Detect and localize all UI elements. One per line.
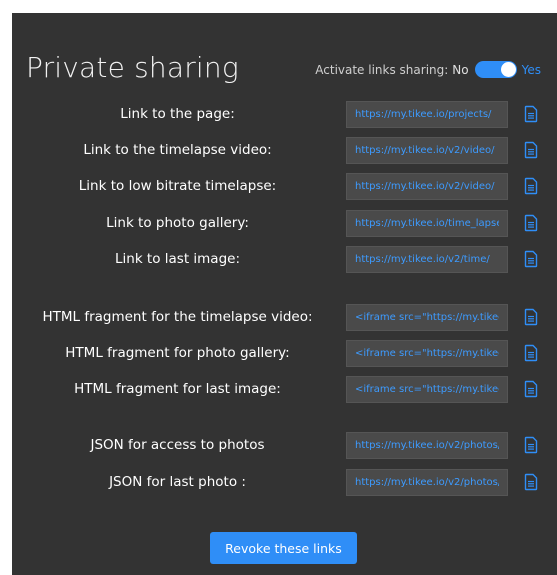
document-copy-icon[interactable] [524, 473, 538, 491]
link-url-field[interactable] [346, 246, 508, 273]
toggle-knob [500, 62, 516, 77]
document-copy-icon[interactable] [524, 177, 538, 195]
link-url-field[interactable] [346, 432, 508, 459]
sharing-toggle[interactable] [474, 61, 517, 78]
document-copy-icon[interactable] [524, 436, 538, 454]
link-row: HTML fragment for the timelapse video: [12, 304, 557, 331]
link-url-field[interactable] [346, 340, 508, 367]
link-row: JSON for last photo : [12, 469, 557, 496]
toggle-on-label: Yes [521, 62, 541, 77]
link-url-field[interactable] [346, 376, 508, 403]
link-url-field[interactable] [346, 173, 508, 200]
link-row: Link to last image: [12, 246, 557, 273]
link-row: Link to low bitrate timelapse: [12, 173, 557, 200]
document-copy-icon[interactable] [524, 380, 538, 398]
document-copy-icon[interactable] [524, 308, 538, 326]
link-row-label: HTML fragment for the timelapse video: [42, 309, 313, 325]
link-row-label: JSON for access to photos [90, 437, 265, 453]
link-url-field[interactable] [346, 469, 508, 496]
link-url-field[interactable] [346, 210, 508, 237]
link-row: Link to the page: [12, 101, 557, 128]
link-row: JSON for access to photos [12, 432, 557, 459]
link-row: Link to the timelapse video: [12, 137, 557, 164]
link-url-field[interactable] [346, 137, 508, 164]
link-url-field[interactable] [346, 304, 508, 331]
link-row-label: Link to the timelapse video: [83, 142, 272, 158]
document-copy-icon[interactable] [524, 141, 538, 159]
page-title: Private sharing [26, 51, 239, 84]
document-copy-icon[interactable] [524, 214, 538, 232]
link-row: HTML fragment for last image: [12, 376, 557, 403]
link-row-label: Link to last image: [114, 251, 241, 267]
link-row-label: HTML fragment for photo gallery: [65, 345, 290, 361]
document-copy-icon[interactable] [524, 105, 538, 123]
activate-sharing-label: Activate links sharing: [315, 62, 449, 77]
document-copy-icon[interactable] [524, 250, 538, 268]
link-url-field[interactable] [346, 101, 508, 128]
private-sharing-panel: Private sharing Activate links sharing: … [12, 13, 557, 575]
link-row: Link to photo gallery: [12, 210, 557, 237]
toggle-off-label: No [452, 62, 469, 77]
link-row: HTML fragment for photo gallery: [12, 340, 557, 367]
activate-sharing-control: Activate links sharing: No Yes [315, 61, 541, 78]
link-row-label: HTML fragment for last image: [74, 381, 281, 397]
link-row-label: Link to the page: [120, 106, 235, 122]
revoke-links-button[interactable]: Revoke these links [210, 532, 357, 564]
link-row-label: Link to low bitrate timelapse: [78, 178, 277, 194]
link-row-label: Link to photo gallery: [106, 215, 249, 231]
document-copy-icon[interactable] [524, 344, 538, 362]
link-row-label: JSON for last photo : [109, 474, 246, 490]
